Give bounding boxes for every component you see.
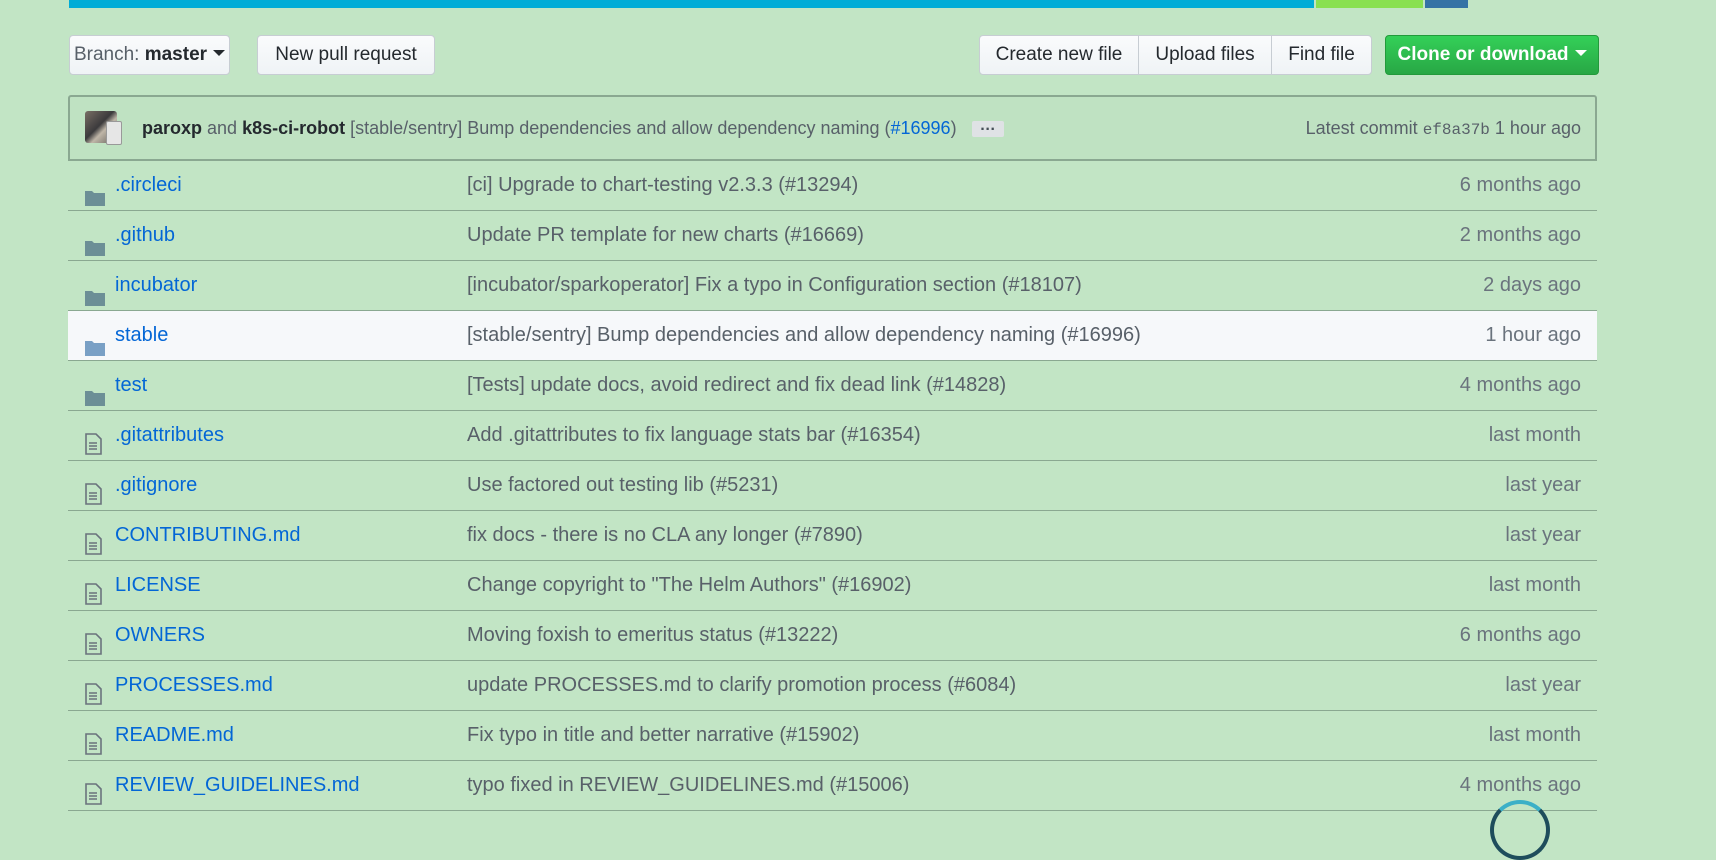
language-bar-segment[interactable]	[1425, 0, 1469, 8]
file-commit-message-link[interactable]: update PROCESSES.md to clarify promotion…	[467, 661, 1016, 710]
language-bar-segment[interactable]	[69, 0, 1315, 8]
file-commit-age: 6 months ago	[1459, 174, 1581, 196]
latest-commit-label: Latest commit	[1305, 118, 1418, 138]
file-row: PROCESSES.md update PROCESSES.md to clari…	[68, 661, 1597, 711]
file-commit-age: 1 hour ago	[1485, 324, 1581, 346]
file-name-link[interactable]: LICENSE	[115, 561, 201, 610]
file-name-link[interactable]: test	[115, 361, 147, 410]
file-commit-message-link[interactable]: Moving foxish to emeritus status (#13222…	[467, 611, 838, 660]
file-row: OWNERS Moving foxish to emeritus status (…	[68, 611, 1597, 661]
file-name-link[interactable]: .gitignore	[115, 461, 197, 510]
commit-committer-link[interactable]: k8s-ci-robot	[242, 118, 345, 138]
file-row: .gitignore Use factored out testing lib (…	[68, 461, 1597, 511]
commit-pr-link[interactable]: #16996	[890, 118, 950, 138]
clone-or-download-label: Clone or download	[1397, 44, 1569, 65]
file-commit-age: last year	[1505, 524, 1581, 546]
file-commit-message-link[interactable]: Add .gitattributes to fix language stats…	[467, 411, 921, 460]
file-commit-age: last month	[1488, 424, 1581, 446]
file-name-link[interactable]: .gitattributes	[115, 411, 224, 460]
loading-spinner-icon	[1490, 800, 1550, 860]
file-commit-age: 4 months ago	[1459, 374, 1581, 396]
file-row: .circleci [ci] Upgrade to chart-testing v…	[68, 161, 1597, 211]
file-commit-message-link[interactable]: fix docs - there is no CLA any longer (#…	[467, 511, 863, 560]
create-new-file-button[interactable]: Create new file	[979, 35, 1139, 75]
file-name-link[interactable]: stable	[115, 311, 168, 360]
file-icon	[84, 775, 102, 824]
file-commit-message-link[interactable]: Use factored out testing lib (#5231)	[467, 461, 778, 510]
file-row: .gitattributes Add .gitattributes to fix …	[68, 411, 1597, 461]
branch-select-button[interactable]: Branch: master	[69, 35, 230, 75]
file-navigation-toolbar: Branch: master New pull request Create n…	[69, 35, 1599, 77]
file-commit-message-link[interactable]: Update PR template for new charts (#1666…	[467, 211, 864, 260]
file-row: CONTRIBUTING.md fix docs - there is no CL…	[68, 511, 1597, 561]
file-name-link[interactable]: REVIEW_GUIDELINES.md	[115, 761, 360, 810]
file-commit-message-link[interactable]: [incubator/sparkoperator] Fix a typo in …	[467, 261, 1082, 310]
file-commit-age: 2 months ago	[1459, 224, 1581, 246]
file-name-link[interactable]: CONTRIBUTING.md	[115, 511, 301, 560]
file-name-link[interactable]: PROCESSES.md	[115, 661, 273, 710]
file-commit-message-link[interactable]: Fix typo in title and better narrative (…	[467, 711, 859, 760]
commit-message-prefix: [stable/sentry] Bump dependencies and al…	[350, 118, 891, 138]
file-row: .github Update PR template for new charts…	[68, 211, 1597, 261]
file-commit-age: 6 months ago	[1459, 624, 1581, 646]
file-row: LICENSE Change copyright to "The Helm Aut…	[68, 561, 1597, 611]
file-commit-message-link[interactable]: [Tests] update docs, avoid redirect and …	[467, 361, 1006, 410]
clone-or-download-button[interactable]: Clone or download	[1385, 35, 1599, 75]
file-name-link[interactable]: README.md	[115, 711, 234, 760]
file-name-link[interactable]: OWNERS	[115, 611, 205, 660]
file-commit-age: last month	[1488, 724, 1581, 746]
language-bar-segment[interactable]	[1316, 0, 1424, 8]
file-name-link[interactable]: .github	[115, 211, 175, 260]
upload-files-button[interactable]: Upload files	[1138, 35, 1272, 75]
commit-sha-link[interactable]: ef8a37b	[1423, 121, 1490, 139]
branch-prefix-label: Branch:	[73, 44, 140, 65]
branch-name-label: master	[144, 44, 208, 65]
latest-commit-bar: paroxp and k8s-ci-robot [stable/sentry] …	[68, 95, 1597, 161]
commit-message-suffix: )	[950, 118, 957, 138]
commit-message-link[interactable]: [stable/sentry] Bump dependencies and al…	[350, 118, 956, 138]
file-name-link[interactable]: incubator	[115, 261, 197, 310]
caret-down-icon	[213, 50, 226, 57]
file-commit-message-link[interactable]: Change copyright to "The Helm Authors" (…	[467, 561, 911, 610]
file-row: incubator [incubator/sparkoperator] Fix a…	[68, 261, 1597, 311]
commit-meta: Latest commit ef8a37b 1 hour ago	[1306, 97, 1581, 161]
file-commit-message-link[interactable]: [ci] Upgrade to chart-testing v2.3.3 (#1…	[467, 161, 858, 210]
commit-author-joiner: and	[207, 118, 238, 138]
find-file-button[interactable]: Find file	[1271, 35, 1372, 75]
file-row: REVIEW_GUIDELINES.md typo fixed in REVIEW…	[68, 761, 1597, 811]
file-row: test [Tests] update docs, avoid redirect …	[68, 361, 1597, 411]
caret-down-icon	[1574, 50, 1587, 57]
file-commit-age: last year	[1505, 474, 1581, 496]
new-pull-request-button[interactable]: New pull request	[257, 35, 435, 75]
commit-summary: paroxp and k8s-ci-robot [stable/sentry] …	[142, 97, 1004, 159]
file-commit-age: last month	[1488, 574, 1581, 596]
file-row: README.md Fix typo in title and better na…	[68, 711, 1597, 761]
file-commit-message-link[interactable]: [stable/sentry] Bump dependencies and al…	[467, 311, 1141, 360]
file-row: stable [stable/sentry] Bump dependencies …	[68, 311, 1597, 361]
file-commit-age: 2 days ago	[1483, 274, 1581, 296]
commit-age: 1 hour ago	[1494, 118, 1581, 138]
expand-commit-message-button[interactable]: …	[971, 118, 1004, 138]
language-stats-bar[interactable]	[69, 0, 1597, 8]
file-commit-age: last year	[1505, 674, 1581, 696]
file-name-link[interactable]: .circleci	[115, 161, 182, 210]
file-list: .circleci [ci] Upgrade to chart-testing v…	[68, 161, 1597, 811]
file-commit-message-link[interactable]: typo fixed in REVIEW_GUIDELINES.md (#150…	[467, 761, 909, 810]
commit-author-link[interactable]: paroxp	[142, 118, 202, 138]
committer-avatar[interactable]	[106, 121, 122, 145]
